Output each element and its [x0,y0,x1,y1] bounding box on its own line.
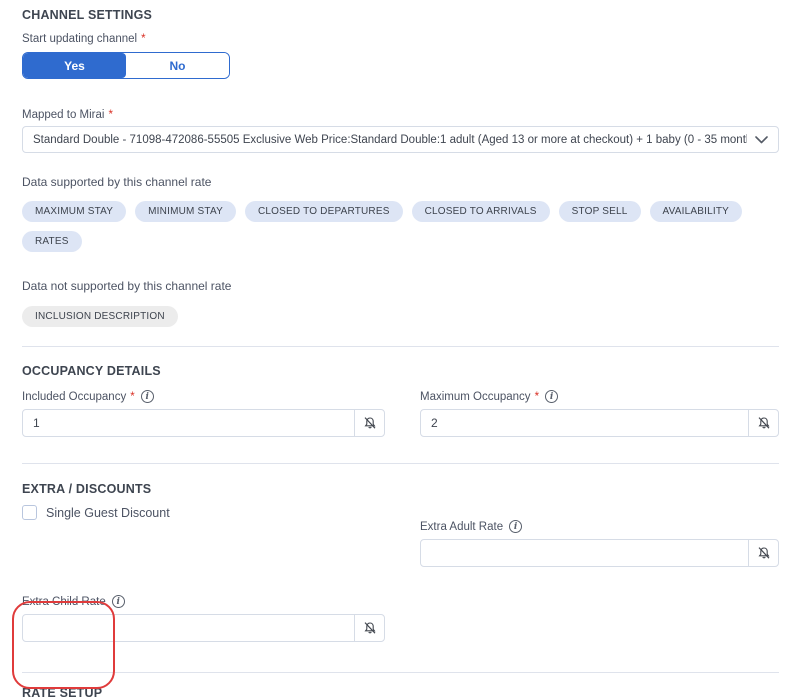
info-icon[interactable]: i [141,390,154,403]
required-asterisk: * [130,391,134,403]
bell-off-icon [363,416,377,430]
maximum-occupancy-input[interactable] [420,409,749,437]
section-divider [22,463,779,464]
start-updating-label: Start updating channel * [22,33,779,45]
extra-discounts-title: EXTRA / DISCOUNTS [22,482,779,496]
channel-settings-page: CHANNEL SETTINGS Start updating channel … [0,0,800,699]
chip: CLOSED TO ARRIVALS [412,201,550,222]
bell-off-button[interactable] [748,539,779,567]
extra-adult-rate-label: Extra Adult Rate i [420,520,779,533]
info-icon[interactable]: i [112,595,125,608]
info-icon[interactable]: i [545,390,558,403]
chip: RATES [22,231,82,252]
bell-off-icon [757,416,771,430]
bell-off-icon [757,546,771,560]
extra-child-rate-input[interactable] [22,614,355,642]
required-asterisk: * [535,391,539,403]
required-asterisk: * [141,33,145,45]
bell-off-button[interactable] [354,614,385,642]
bell-off-icon [363,621,377,635]
maximum-occupancy-label: Maximum Occupancy * i [420,390,779,403]
bell-off-button[interactable] [354,409,385,437]
section-divider [22,672,779,673]
mapped-to-mirai-label: Mapped to Mirai * [22,109,779,121]
required-asterisk: * [108,109,112,121]
chip: MAXIMUM STAY [22,201,126,222]
chip: MINIMUM STAY [135,201,236,222]
supported-chips: MAXIMUM STAY MINIMUM STAY CLOSED TO DEPART… [22,201,779,252]
channel-settings-title: CHANNEL SETTINGS [22,8,779,22]
single-guest-discount-row: Single Guest Discount [22,505,385,520]
toggle-yes-button[interactable]: Yes [23,53,126,78]
toggle-no-button[interactable]: No [126,53,229,78]
single-guest-discount-label: Single Guest Discount [46,506,170,520]
included-occupancy-label: Included Occupancy * i [22,390,385,403]
mapped-to-mirai-select[interactable]: Standard Double - 71098-472086-55505 Exc… [22,126,779,153]
included-occupancy-input[interactable] [22,409,355,437]
info-icon[interactable]: i [509,520,522,533]
chip: STOP SELL [559,201,641,222]
supported-data-label: Data supported by this channel rate [22,175,779,189]
chip: INCLUSION DESCRIPTION [22,306,178,327]
occupancy-details-title: OCCUPANCY DETAILS [22,364,779,378]
section-divider [22,346,779,347]
chevron-down-icon [755,136,768,144]
rate-setup-title: RATE SETUP [22,686,779,699]
bell-off-button[interactable] [748,409,779,437]
extra-child-rate-label: Extra Child Rate i [22,595,385,608]
start-updating-toggle: Yes No [22,52,230,79]
not-supported-chips: INCLUSION DESCRIPTION [22,306,779,327]
mapped-to-mirai-value: Standard Double - 71098-472086-55505 Exc… [33,134,747,146]
single-guest-discount-checkbox[interactable] [22,505,37,520]
not-supported-data-label: Data not supported by this channel rate [22,279,779,293]
chip: AVAILABILITY [650,201,743,222]
chip: CLOSED TO DEPARTURES [245,201,403,222]
extra-adult-rate-input[interactable] [420,539,749,567]
